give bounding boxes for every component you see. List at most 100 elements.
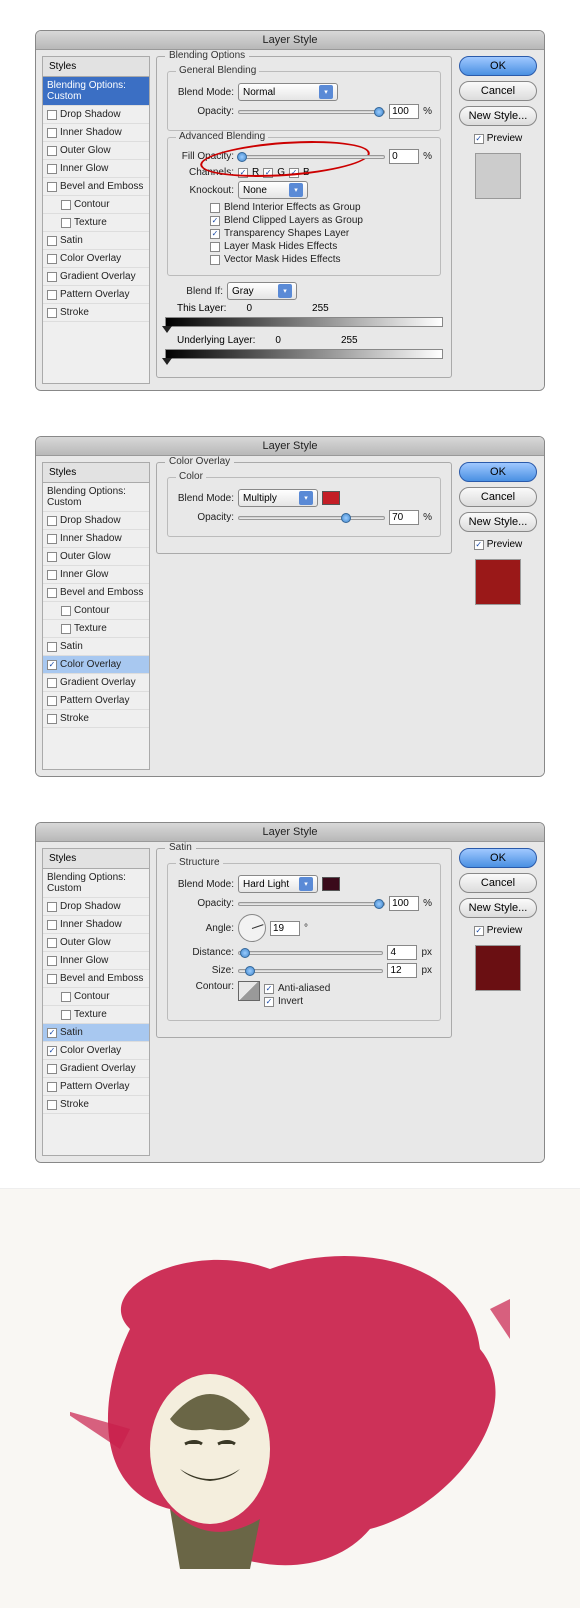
style-color-overlay[interactable]: Color Overlay: [43, 1042, 149, 1060]
opacity-value[interactable]: 70: [389, 510, 419, 525]
blend-mode-select[interactable]: Hard Light▾: [238, 875, 318, 893]
cancel-button[interactable]: Cancel: [459, 873, 537, 893]
style-inner-shadow[interactable]: Inner Shadow: [43, 916, 149, 934]
color-swatch[interactable]: [322, 877, 340, 891]
chevron-icon: ▾: [278, 284, 292, 298]
angle-dial[interactable]: [238, 914, 266, 942]
style-contour[interactable]: Contour: [43, 196, 149, 214]
style-contour[interactable]: Contour: [43, 602, 149, 620]
style-bevel-emboss[interactable]: Bevel and Emboss: [43, 584, 149, 602]
style-satin[interactable]: Satin: [43, 232, 149, 250]
new-style-button[interactable]: New Style...: [459, 898, 537, 918]
blend-interior-checkbox[interactable]: [210, 203, 220, 213]
style-pattern-overlay[interactable]: Pattern Overlay: [43, 286, 149, 304]
knockout-select[interactable]: None▾: [238, 181, 308, 199]
size-value[interactable]: 12: [387, 963, 417, 978]
underlying-layer-gradient[interactable]: [165, 349, 443, 359]
style-gradient-overlay[interactable]: Gradient Overlay: [43, 674, 149, 692]
vector-mask-hides-checkbox[interactable]: [210, 255, 220, 265]
blend-mode-label: Blend Mode:: [176, 493, 234, 504]
style-drop-shadow[interactable]: Drop Shadow: [43, 106, 149, 124]
ok-button[interactable]: OK: [459, 848, 537, 868]
fill-opacity-slider[interactable]: [238, 155, 385, 159]
style-inner-glow[interactable]: Inner Glow: [43, 952, 149, 970]
style-stroke[interactable]: Stroke: [43, 1096, 149, 1114]
style-satin[interactable]: Satin: [43, 638, 149, 656]
blend-if-select[interactable]: Gray▾: [227, 282, 297, 300]
style-bevel-emboss[interactable]: Bevel and Emboss: [43, 178, 149, 196]
cancel-button[interactable]: Cancel: [459, 81, 537, 101]
style-inner-glow[interactable]: Inner Glow: [43, 160, 149, 178]
new-style-button[interactable]: New Style...: [459, 106, 537, 126]
opacity-slider[interactable]: [238, 110, 385, 114]
ok-button[interactable]: OK: [459, 462, 537, 482]
ok-button[interactable]: OK: [459, 56, 537, 76]
opacity-slider[interactable]: [238, 516, 385, 520]
style-gradient-overlay[interactable]: Gradient Overlay: [43, 1060, 149, 1078]
angle-value[interactable]: 19: [270, 921, 300, 936]
style-inner-shadow[interactable]: Inner Shadow: [43, 124, 149, 142]
color-overlay-group: Color Overlay Color Blend Mode: Multiply…: [156, 462, 452, 554]
style-stroke[interactable]: Stroke: [43, 710, 149, 728]
style-stroke[interactable]: Stroke: [43, 304, 149, 322]
preview-swatch: [475, 153, 521, 199]
advanced-blending: Advanced Blending Fill Opacity: 0 % Chan…: [167, 137, 441, 276]
contour-picker[interactable]: [238, 981, 260, 1001]
style-pattern-overlay[interactable]: Pattern Overlay: [43, 1078, 149, 1096]
new-style-button[interactable]: New Style...: [459, 512, 537, 532]
distance-value[interactable]: 4: [387, 945, 417, 960]
style-pattern-overlay[interactable]: Pattern Overlay: [43, 692, 149, 710]
layer-style-dialog-1: Layer Style Styles Blending Options: Cus…: [35, 30, 545, 391]
this-layer-gradient[interactable]: [165, 317, 443, 327]
style-outer-glow[interactable]: Outer Glow: [43, 142, 149, 160]
style-blending-options[interactable]: Blending Options: Custom: [43, 483, 149, 512]
angle-label: Angle:: [176, 923, 234, 934]
opacity-value[interactable]: 100: [389, 896, 419, 911]
underlying-layer-label: Underlying Layer:: [177, 335, 255, 346]
distance-slider[interactable]: [238, 951, 383, 955]
style-blending-options[interactable]: Blending Options: Custom: [43, 869, 149, 898]
chevron-icon: ▾: [319, 85, 333, 99]
opacity-value[interactable]: 100: [389, 104, 419, 119]
layer-mask-hides-checkbox[interactable]: [210, 242, 220, 252]
size-slider[interactable]: [238, 969, 383, 973]
blend-mode-select[interactable]: Normal▾: [238, 83, 338, 101]
transparency-shapes-checkbox[interactable]: [210, 229, 220, 239]
invert-checkbox[interactable]: [264, 997, 274, 1007]
cancel-button[interactable]: Cancel: [459, 487, 537, 507]
preview-checkbox[interactable]: [474, 926, 484, 936]
blend-mode-label: Blend Mode:: [176, 879, 234, 890]
style-inner-shadow[interactable]: Inner Shadow: [43, 530, 149, 548]
style-bevel-emboss[interactable]: Bevel and Emboss: [43, 970, 149, 988]
style-drop-shadow[interactable]: Drop Shadow: [43, 512, 149, 530]
blend-if-label: Blend If:: [165, 286, 223, 297]
satin-group: Satin Structure Blend Mode: Hard Light▾ …: [156, 848, 452, 1038]
fill-opacity-value[interactable]: 0: [389, 149, 419, 164]
style-texture[interactable]: Texture: [43, 620, 149, 638]
style-gradient-overlay[interactable]: Gradient Overlay: [43, 268, 149, 286]
blend-clipped-checkbox[interactable]: [210, 216, 220, 226]
style-texture[interactable]: Texture: [43, 214, 149, 232]
chevron-icon: ▾: [299, 877, 313, 891]
style-inner-glow[interactable]: Inner Glow: [43, 566, 149, 584]
chevron-icon: ▾: [299, 491, 313, 505]
style-outer-glow[interactable]: Outer Glow: [43, 934, 149, 952]
style-drop-shadow[interactable]: Drop Shadow: [43, 898, 149, 916]
preview-checkbox[interactable]: [474, 540, 484, 550]
style-contour[interactable]: Contour: [43, 988, 149, 1006]
opacity-slider[interactable]: [238, 902, 385, 906]
blend-mode-select[interactable]: Multiply▾: [238, 489, 318, 507]
style-outer-glow[interactable]: Outer Glow: [43, 548, 149, 566]
artwork-preview: [0, 1188, 580, 1608]
style-color-overlay[interactable]: Color Overlay: [43, 250, 149, 268]
color-swatch[interactable]: [322, 491, 340, 505]
contour-label: Contour:: [176, 981, 234, 992]
style-texture[interactable]: Texture: [43, 1006, 149, 1024]
blend-mode-label: Blend Mode:: [176, 87, 234, 98]
anti-aliased-checkbox[interactable]: [264, 984, 274, 994]
style-blending-options[interactable]: Blending Options: Custom: [43, 77, 149, 106]
style-satin[interactable]: Satin: [43, 1024, 149, 1042]
style-color-overlay[interactable]: Color Overlay: [43, 656, 149, 674]
preview-checkbox[interactable]: [474, 134, 484, 144]
preview-swatch: [475, 945, 521, 991]
